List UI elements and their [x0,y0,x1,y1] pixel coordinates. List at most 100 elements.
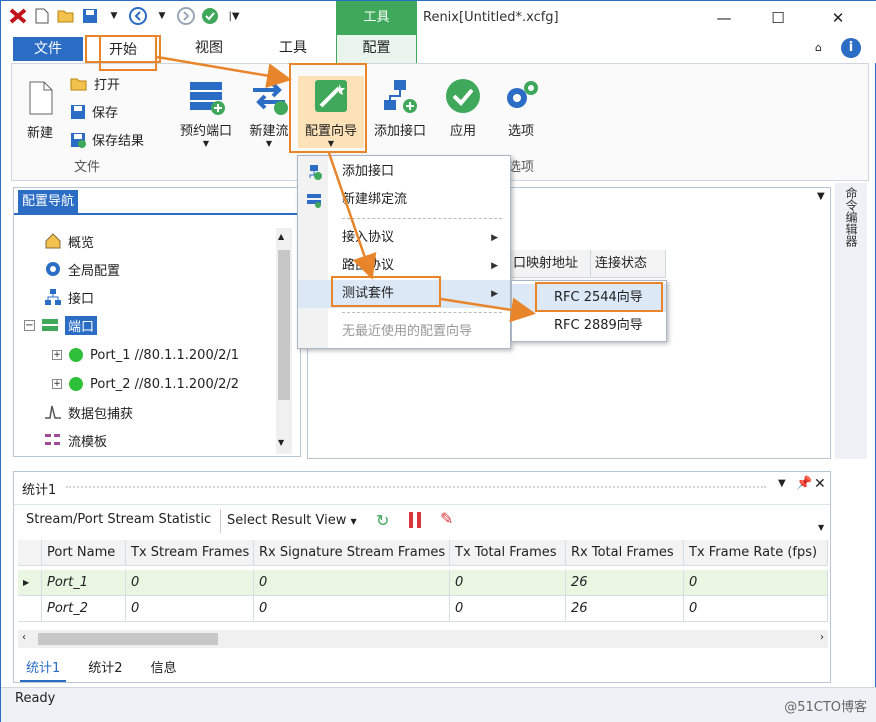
dropdown-icon[interactable]: ▼ [153,7,171,25]
menu-item-add-interface[interactable]: 添加接口 [298,158,510,186]
tree-item-port[interactable]: − 端口 [24,312,98,338]
check-icon[interactable] [201,7,219,25]
options-button[interactable]: 选项 [498,76,544,139]
nav-vertical-scrollbar[interactable]: ▲ ▼ [276,228,292,454]
bound-stream-icon [307,194,321,208]
expand-icon[interactable]: + [52,379,62,389]
save-icon[interactable] [81,7,99,25]
tree-item-interface[interactable]: 接口 [44,284,94,310]
open-folder-icon[interactable] [57,7,75,25]
grid-horizontal-scrollbar[interactable]: ‹ › [18,630,828,648]
menu-item-access-protocol[interactable]: 接入协议 ▶ [298,224,510,252]
close-icon[interactable]: ✕ [823,5,853,31]
tree-item-overview[interactable]: 概览 [44,228,94,254]
statistics-title: 统计1 [22,483,57,498]
rfc2544-highlight [535,282,663,312]
customize-qat-icon[interactable]: |▼ [225,7,243,25]
minimize-icon[interactable]: — [709,5,739,31]
submenu-arrow-icon: ▶ [491,233,498,243]
statistics-toolbar: Stream/Port Stream Statistic Select Resu… [14,504,830,536]
save-label: 保存 [92,106,119,121]
column-header[interactable]: Tx Total Frames [450,540,566,566]
tree-item-port-2[interactable]: + Port_2 //80.1.1.200/2/2 [52,371,239,397]
table-row[interactable]: Port_2 0 0 0 26 0 [18,596,828,622]
options-gears-icon [501,76,541,116]
add-interface-button[interactable]: 添加接口 [368,76,432,139]
options-group-label: 选项 [508,160,535,175]
column-header[interactable]: Tx Frame Rate (fps) [684,540,828,566]
tab-tools[interactable]: 工具 [263,35,323,63]
scrollbar-thumb[interactable] [278,250,290,400]
scroll-right-icon[interactable]: › [820,632,824,643]
quick-access-toolbar: ▼ ▼ |▼ [9,7,243,25]
select-result-view-dropdown[interactable]: Select Result View ▼ [220,509,357,533]
reserve-port-button[interactable]: 预约端口 ▼ [174,76,238,148]
table-cell: 26 [566,570,684,596]
toolbar-overflow-icon[interactable]: ▼ [818,523,824,532]
forward-icon[interactable] [177,7,195,25]
apply-button[interactable]: 应用 [440,76,486,139]
column-header[interactable]: Rx Total Frames [566,540,684,566]
watermark: @51CTO博客 [784,700,867,715]
config-navigation-pane: 配置导航 概览 全局配置 接口 − 端口 + Port_1 //80.1.1.2… [13,187,302,457]
home-icon [45,233,61,249]
collapse-ribbon-icon[interactable]: ⌂ [815,41,822,54]
info-icon[interactable]: i [841,38,861,58]
tree-item-label: Port_2 //80.1.1.200/2/2 [90,376,240,392]
tab-config[interactable]: 配置 [336,35,417,63]
collapse-icon[interactable]: − [24,319,35,331]
column-header-connection-status[interactable]: 连接状态 [590,250,666,278]
dropdown-icon: ▼ [350,517,357,526]
column-header[interactable]: Tx Stream Frames [126,540,254,566]
pause-icon[interactable] [408,511,422,529]
back-icon[interactable] [129,7,147,25]
add-interface-icon [309,165,322,180]
menu-item-new-bound-stream[interactable]: 新建绑定流 [298,186,510,214]
table-cell: 0 [126,596,254,622]
save-results-label: 保存结果 [92,134,145,149]
tree-item-global-config[interactable]: 全局配置 [44,256,120,282]
reserve-port-label: 预约端口 [179,124,232,139]
column-header[interactable]: Rx Signature Stream Frames [254,540,450,566]
new-stream-button[interactable]: 新建流 ▼ [244,76,294,148]
refresh-icon[interactable]: ↻ [376,511,389,530]
table-row[interactable]: ▶ Port_1 0 0 0 26 0 [18,570,828,596]
table-cell: Port_1 [42,570,126,596]
pin-icon[interactable]: 📌 [796,476,812,491]
tab-view[interactable]: 视图 [179,35,239,63]
tree-item-port-1[interactable]: + Port_1 //80.1.1.200/2/1 [52,342,239,368]
options-label: 选项 [507,124,534,139]
new-file-icon[interactable] [33,7,51,25]
tab-file[interactable]: 文件 [13,37,83,61]
scroll-down-icon[interactable]: ▼ [278,438,284,447]
tab-stats-2[interactable]: 统计2 [82,656,128,682]
save-button[interactable]: 保存 [70,102,118,121]
submenu-item-rfc2889[interactable]: RFC 2889向导 [512,312,666,340]
command-editor-strip[interactable]: 命令编辑器 [835,183,867,459]
new-button[interactable]: 新建 [20,78,60,141]
config-wizard-highlight [289,63,367,153]
pane-menu-icon[interactable]: ▼ [778,478,786,489]
statistics-header: 统计1 ▼ 📌 ✕ [14,472,830,502]
close-pane-icon[interactable]: ✕ [814,476,826,492]
tree-item-stream-template[interactable]: 流模板 [44,427,107,453]
scroll-left-icon[interactable]: ‹ [22,632,26,643]
nav-pane-title: 配置导航 [18,190,79,214]
column-header-mapped-address[interactable]: 口映射地址 [508,250,590,278]
tree-item-packet-capture[interactable]: 数据包捕获 [44,399,133,425]
pane-menu-icon[interactable]: ▼ [817,191,825,202]
maximize-icon[interactable]: ☐ [763,5,793,31]
save-results-icon [71,132,86,148]
scroll-up-icon[interactable]: ▲ [278,232,284,241]
tab-stats-1[interactable]: 统计1 [20,656,67,682]
clear-icon[interactable]: ✎ [440,509,453,528]
open-button[interactable]: 打开 [70,74,120,93]
dropdown-icon[interactable]: ▼ [105,7,123,25]
column-header[interactable]: Port Name [42,540,126,566]
header-dots [66,486,766,490]
expand-icon[interactable]: + [52,350,62,360]
config-wizard-menu: 添加接口 新建绑定流 接入协议 ▶ 路由协议 ▶ 测试套件 ▶ 无最近使用的配置… [297,155,511,349]
save-results-button[interactable]: 保存结果 [70,130,144,149]
scrollbar-thumb[interactable] [38,633,218,645]
tab-info[interactable]: 信息 [145,656,183,682]
